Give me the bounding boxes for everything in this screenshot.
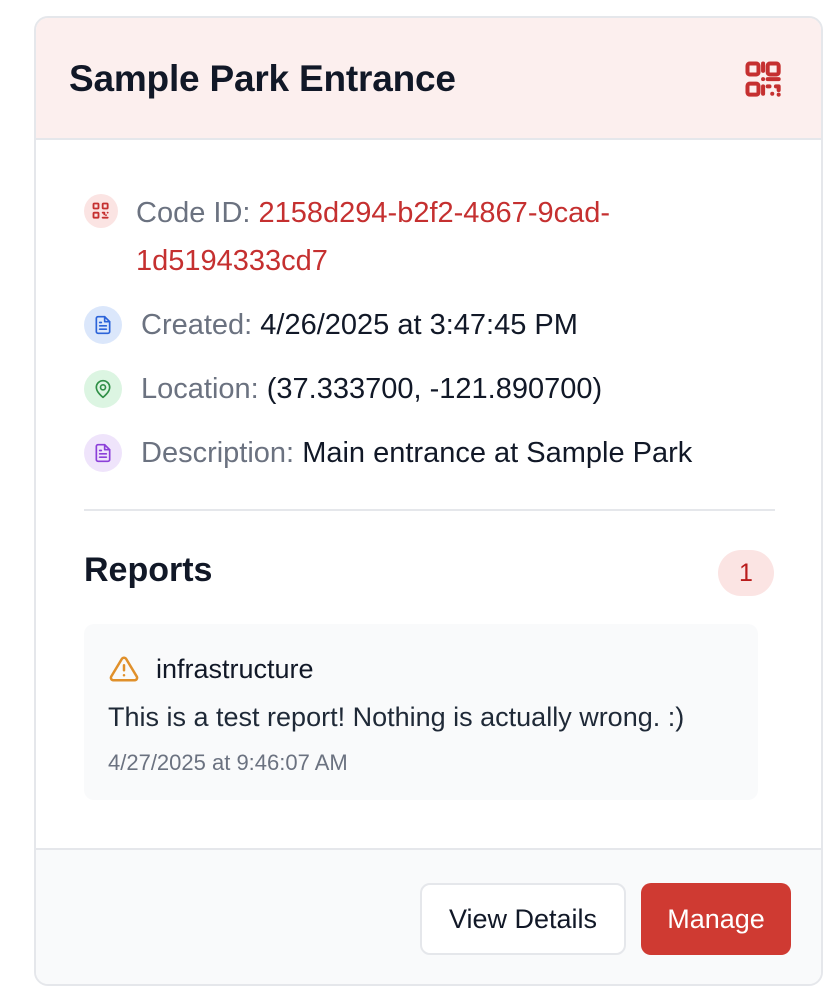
report-timestamp: 4/27/2025 at 9:46:07 AM [108,750,348,775]
description-label: Description: [141,437,295,469]
qr-code-card: Sample Park Entrance Code ID: 2158d294-b… [34,16,823,986]
qr-code-icon [84,194,118,228]
code-id-row: Code ID: 2158d294-b2f2-4867-9cad- 1d5194… [84,194,684,285]
description-row: Description: Main entrance at Sample Par… [84,434,692,477]
document-icon [84,434,122,472]
view-details-button[interactable]: View Details [420,883,626,955]
location-value: (37.333700, -121.890700) [266,373,603,405]
card-title: Sample Park Entrance [69,58,456,99]
card-header: Sample Park Entrance [36,18,821,140]
report-category: infrastructure [156,654,314,684]
report-item[interactable]: infrastructure This is a test report! No… [84,624,758,800]
location-label: Location: [141,373,259,405]
warning-icon [109,656,139,682]
map-pin-icon [84,370,122,408]
created-label: Created: [141,309,253,341]
description-value: Main entrance at Sample Park [302,437,693,469]
description-text: Description: Main entrance at Sample Par… [141,429,692,477]
qr-code-icon [745,61,781,97]
reports-count-badge: 1 [718,550,774,596]
document-icon [84,306,122,344]
reports-heading: Reports [84,551,213,589]
manage-button[interactable]: Manage [641,883,791,955]
section-divider [84,509,775,511]
code-id-text: Code ID: 2158d294-b2f2-4867-9cad- 1d5194… [136,189,610,285]
card-footer: View Details Manage [36,848,821,984]
report-message: This is a test report! Nothing is actual… [108,702,685,732]
created-text: Created: 4/26/2025 at 3:47:45 PM [141,301,578,349]
location-text: Location: (37.333700, -121.890700) [141,365,602,413]
code-id-value-cont: 1d5194333cd7 [136,245,328,277]
location-row: Location: (37.333700, -121.890700) [84,370,602,413]
code-id-label: Code ID: [136,197,251,229]
code-id-value: 2158d294-b2f2-4867-9cad- [258,197,611,229]
created-value: 4/26/2025 at 3:47:45 PM [260,309,578,341]
created-row: Created: 4/26/2025 at 3:47:45 PM [84,306,578,349]
